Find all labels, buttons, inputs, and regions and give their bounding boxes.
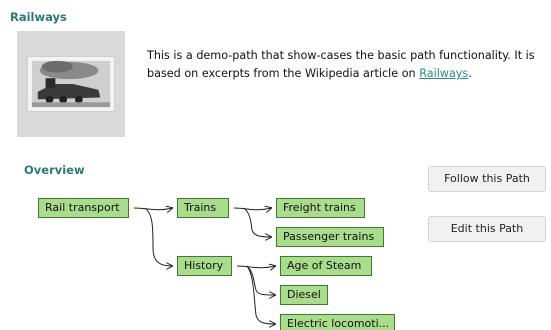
node-electric-locomotive[interactable]: Electric locomoti... xyxy=(280,314,395,330)
node-passenger-trains[interactable]: Passenger trains xyxy=(276,227,384,247)
edge-rail-history xyxy=(144,207,172,266)
node-history[interactable]: History xyxy=(177,256,232,276)
node-diesel[interactable]: Diesel xyxy=(280,285,328,305)
edge-history-steam xyxy=(236,266,275,268)
page-title: Railways xyxy=(10,10,67,24)
edge-history-diesel xyxy=(246,265,275,295)
path-thumbnail xyxy=(17,31,125,137)
description-text: This is a demo-path that show-cases the … xyxy=(147,49,535,80)
edge-trains-freight xyxy=(233,208,271,210)
overview-heading: Overview xyxy=(24,163,85,177)
node-freight-trains[interactable]: Freight trains xyxy=(276,198,365,218)
node-trains[interactable]: Trains xyxy=(177,198,229,218)
steam-train-photo xyxy=(27,56,115,112)
edge-trains-passenger xyxy=(243,207,271,237)
follow-path-button[interactable]: Follow this Path xyxy=(428,166,546,192)
edge-history-electric xyxy=(246,265,275,324)
edit-path-button[interactable]: Edit this Path xyxy=(428,216,546,242)
node-age-of-steam[interactable]: Age of Steam xyxy=(280,256,372,276)
railways-link[interactable]: Railways xyxy=(419,67,468,80)
edge-rail-trains xyxy=(133,208,172,210)
description-end: . xyxy=(468,67,472,80)
node-rail-transport[interactable]: Rail transport xyxy=(38,198,129,218)
path-description: This is a demo-path that show-cases the … xyxy=(147,47,547,83)
